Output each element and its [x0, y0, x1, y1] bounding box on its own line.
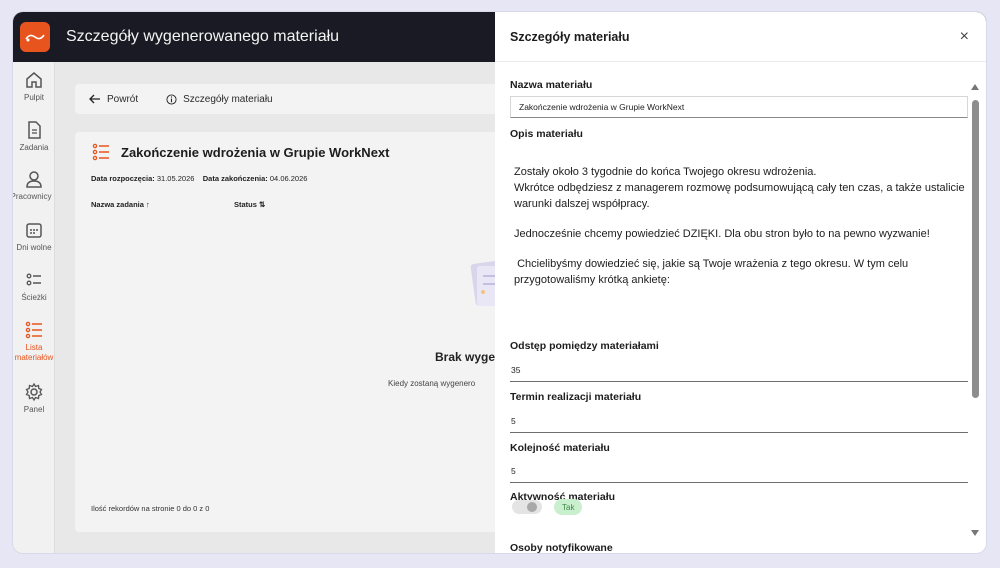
sidebar-item-pulpit[interactable]: Pulpit [13, 70, 55, 103]
app-window: Szczegóły wygenerowanego materiału Pulpi… [13, 12, 986, 553]
info-icon [166, 93, 177, 105]
card-title: Zakończenie wdrożenia w Grupie WorkNext [91, 142, 390, 162]
gear-icon [25, 382, 43, 402]
app-logo[interactable] [20, 22, 50, 52]
back-button[interactable]: Powrót [89, 94, 138, 105]
sidebar-item-label: Panel [23, 405, 45, 414]
calendar-icon [26, 223, 42, 238]
card-dates: Data rozpoczęcia: 31.05.2026 Data zakońc… [91, 174, 308, 183]
material-name-field[interactable]: Zakończenie wdrożenia w Grupie WorkNext [510, 96, 968, 118]
sidebar-item-label: Dni wolne [16, 243, 52, 252]
material-description-label: Opis materiału [510, 128, 583, 140]
path-list-icon [26, 273, 41, 286]
panel-scrollbar[interactable] [968, 82, 982, 547]
empty-state-title: Brak wyge [435, 350, 496, 364]
details-panel: Szczegóły materiału × Nazwa materiału Za… [495, 12, 986, 553]
column-header-task[interactable]: Nazwa zadania ↑ [91, 200, 150, 209]
material-order-field[interactable]: 5 [510, 459, 968, 483]
material-gap-field[interactable]: 35 [510, 358, 968, 382]
material-name-label: Nazwa materiału [510, 79, 593, 91]
sidebar-item-pracownicy[interactable]: Pracownicy [13, 169, 55, 202]
materials-list-icon [92, 143, 109, 161]
scroll-down-icon[interactable] [971, 530, 979, 536]
material-card: Zakończenie wdrożenia w Grupie WorkNext … [75, 132, 515, 532]
sidebar: Pulpit Zadania Pracownicy Dni wolne Ście… [13, 62, 55, 553]
sidebar-item-label: Zadania [19, 143, 49, 152]
sidebar-item-label: Pracownicy [13, 192, 52, 201]
material-details-link[interactable]: Szczegóły materiału [166, 93, 273, 105]
main-content: Powrót Szczegóły materiału Zakończenie w… [55, 62, 515, 553]
materials-list-icon [25, 321, 42, 339]
document-icon [28, 121, 41, 139]
scrollbar-thumb[interactable] [972, 100, 979, 398]
sidebar-item-panel[interactable]: Panel [13, 382, 55, 415]
toggle-knob [527, 502, 537, 512]
activity-badge: Tak [554, 499, 583, 515]
description-paragraph: Chcielibyśmy dowiedzieć się, jakie są Tw… [514, 258, 912, 286]
column-header-status[interactable]: Status ⇅ [234, 200, 265, 209]
arrow-left-icon [89, 94, 100, 104]
breadcrumb: Powrót Szczegóły materiału [75, 84, 515, 114]
home-icon [26, 72, 42, 88]
panel-body: Nazwa materiału Zakończenie wdrożenia w … [510, 62, 968, 553]
description-paragraph: Jednocześnie chcemy powiedzieć DZIĘKI. D… [514, 228, 930, 240]
page-title: Szczegóły wygenerowanego materiału [66, 28, 340, 45]
material-description-field[interactable]: Zostały około 3 tygodnie do końca Twojeg… [514, 164, 968, 302]
close-button[interactable]: × [960, 28, 969, 45]
panel-header: Szczegóły materiału × [495, 12, 986, 62]
notified-people-label: Osoby notyfikowane [510, 542, 613, 553]
material-term-label: Termin realizacji materiału [510, 391, 642, 403]
sidebar-item-sciezki[interactable]: Ścieżki [13, 270, 55, 303]
scroll-up-icon[interactable] [971, 84, 979, 90]
user-icon [26, 171, 42, 188]
sidebar-item-label: Lista materiałów [14, 343, 54, 362]
panel-title: Szczegóły materiału [510, 29, 630, 44]
sidebar-item-label: Pulpit [23, 93, 44, 102]
sidebar-item-label: Ścieżki [21, 293, 47, 302]
description-paragraph: Zostały około 3 tygodnie do końca Twojeg… [514, 166, 965, 210]
material-gap-label: Odstęp pomiędzy materiałami [510, 340, 659, 352]
sidebar-item-lista-materialow[interactable]: Lista materiałów [13, 320, 55, 363]
activity-toggle[interactable] [512, 500, 542, 514]
empty-state-subtitle: Kiedy zostaną wygenero [388, 379, 476, 388]
records-count: Ilość rekordów na stronie 0 do 0 z 0 [91, 504, 210, 513]
material-term-field[interactable]: 5 [510, 409, 968, 433]
material-order-label: Kolejność materiału [510, 442, 610, 454]
sidebar-item-dni-wolne[interactable]: Dni wolne [13, 220, 55, 253]
sidebar-item-zadania[interactable]: Zadania [13, 120, 55, 153]
